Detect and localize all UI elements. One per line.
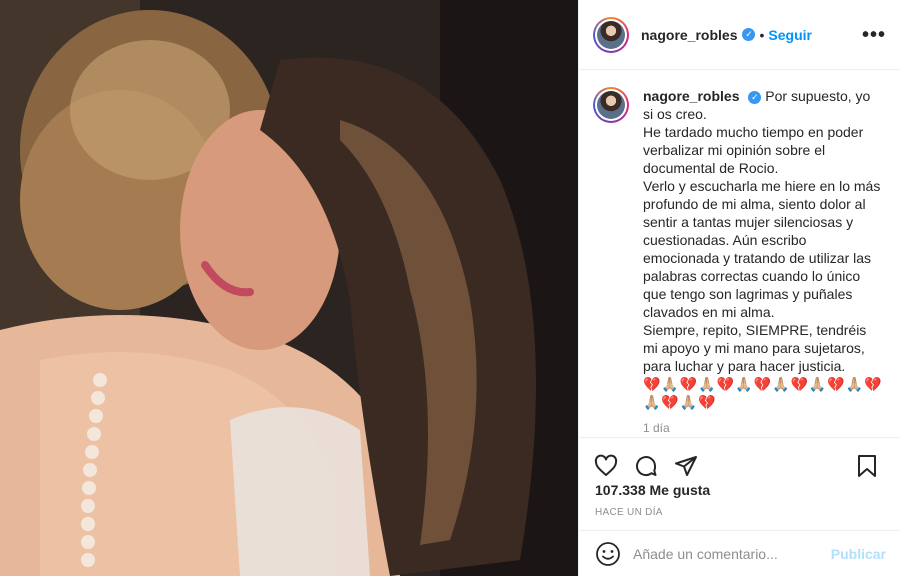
avatar[interactable] <box>593 16 629 53</box>
caption-time: 1 día <box>643 421 670 435</box>
caption-avatar[interactable] <box>593 87 629 123</box>
verified-badge-icon: ✓ <box>742 28 756 41</box>
header-username[interactable]: nagore_robles <box>641 27 737 43</box>
likes-count[interactable]: 107.338 Me gusta <box>595 482 710 498</box>
photo-illustration <box>0 0 578 576</box>
action-bar <box>579 437 900 485</box>
heart-icon[interactable] <box>593 453 619 479</box>
comments-area: nagore_robles ✓ Por supuesto, yo si os c… <box>579 71 900 437</box>
bookmark-icon[interactable] <box>854 453 880 479</box>
publish-button[interactable]: Publicar <box>831 546 886 562</box>
caption-username[interactable]: nagore_robles <box>643 88 739 104</box>
post-photo[interactable] <box>0 0 578 576</box>
caption-verified-icon: ✓ <box>748 90 762 104</box>
separator-dot: • <box>759 26 765 43</box>
caption-text: nagore_robles ✓ Por supuesto, yo si os c… <box>643 87 883 411</box>
caption-emojis: 💔🙏🏼💔🙏🏼💔🙏🏼💔🙏🏼💔🙏🏼💔🙏🏼💔🙏🏼💔🙏🏼💔 <box>643 376 883 410</box>
add-comment-bar: Añade un comentario... Publicar <box>579 530 900 576</box>
more-options-icon[interactable]: ••• <box>862 25 886 45</box>
post-side-panel: nagore_robles ✓ • Seguir ••• nagore_robl… <box>578 0 900 576</box>
caption-body: He tardado mucho tiempo en poder verbali… <box>643 124 881 374</box>
comment-input[interactable]: Añade un comentario... <box>633 546 778 562</box>
post-timestamp: HACE UN DÍA <box>595 507 663 518</box>
paper-plane-icon[interactable] <box>673 453 699 479</box>
smiley-icon[interactable] <box>595 541 621 567</box>
comment-icon[interactable] <box>633 453 659 479</box>
post-header: nagore_robles ✓ • Seguir ••• <box>579 0 900 70</box>
follow-button[interactable]: Seguir <box>768 27 812 43</box>
caption: nagore_robles ✓ Por supuesto, yo si os c… <box>593 87 886 411</box>
